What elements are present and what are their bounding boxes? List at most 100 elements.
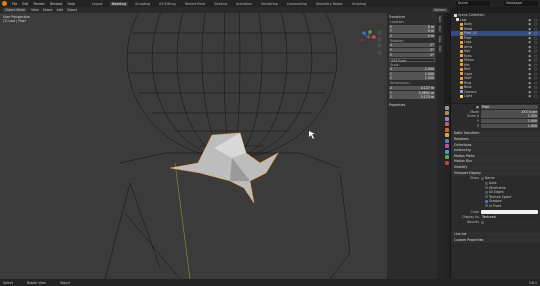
location-z-field[interactable]: Z 0 m <box>389 33 435 38</box>
tab-scripting[interactable]: Scripting <box>350 2 368 6</box>
outliner-item-label: Light <box>464 94 472 98</box>
scale-y-field[interactable]: Y 1.000 <box>389 71 435 76</box>
scene-selector[interactable]: Scene <box>456 1 490 6</box>
field-value: 0° <box>430 52 434 57</box>
blender-logo-icon[interactable] <box>2 1 7 6</box>
checkbox[interactable] <box>485 204 488 208</box>
panel-line-art[interactable]: Line Art <box>451 232 540 238</box>
checkbox[interactable] <box>485 190 488 194</box>
panel-visibility[interactable]: Visibility <box>451 165 540 171</box>
location-x-field[interactable]: X 0 m <box>389 24 435 29</box>
menu-window[interactable]: Window <box>50 2 63 6</box>
menu-add[interactable]: Add <box>57 8 63 12</box>
checkbox[interactable] <box>481 176 484 180</box>
dimensions-z-field[interactable]: Z 0.173 m <box>389 95 435 100</box>
tab-geometry-nodes[interactable]: Geometry Nodes <box>314 2 345 6</box>
rotation-mode-field[interactable]: XYZ Euler <box>481 109 538 114</box>
menu-select[interactable]: Select <box>43 8 53 12</box>
grid-toggle-icon[interactable] <box>377 49 382 55</box>
tab-compositing[interactable]: Compositing <box>285 2 309 6</box>
display-checkbox-row[interactable]: In Front <box>485 204 540 209</box>
transform-title[interactable]: Transform <box>389 15 437 19</box>
rotation-y-field[interactable]: Y 0° <box>389 47 435 52</box>
axis-label: Z <box>390 52 393 57</box>
menu-file[interactable]: File <box>12 2 17 6</box>
rotation-z-field[interactable]: Z 0° <box>389 52 435 57</box>
tab-rendering[interactable]: Rendering <box>259 2 279 6</box>
tab-animation[interactable]: Animation <box>234 2 254 6</box>
output-tab-icon[interactable] <box>445 116 449 121</box>
material-tab-icon[interactable] <box>445 160 449 165</box>
tab-view[interactable]: View <box>438 34 442 44</box>
modifier-tab-icon[interactable] <box>445 138 449 143</box>
tab-layout[interactable]: Layout <box>90 2 105 6</box>
menu-view[interactable]: View <box>31 8 39 12</box>
menu-help[interactable]: Help <box>67 2 74 6</box>
3d-viewport[interactable] <box>0 13 387 279</box>
data-tab-icon[interactable] <box>445 155 449 159</box>
scale-x-input[interactable]: 1.000 <box>481 114 538 119</box>
scale-y-input[interactable]: 1.000 <box>481 119 538 124</box>
rotation-mode-dropdown[interactable]: XYZ Euler <box>389 57 435 63</box>
options-dropdown[interactable]: Options <box>431 8 448 12</box>
properties-panel-header[interactable]: Properties <box>389 103 437 107</box>
checkbox[interactable] <box>485 181 488 185</box>
view-layer-selector[interactable]: ViewLayer <box>504 1 538 6</box>
outliner-item[interactable]: Light ◉ ▢ <box>451 94 540 99</box>
scale-row: Z 1.000 <box>453 124 538 129</box>
scale-z-input[interactable]: 1.000 <box>481 124 538 129</box>
sidebar-n-panel: Transform Location: X 0 m Y 0 m Z 0 m Rotat… <box>387 13 437 279</box>
physics-tab-icon[interactable] <box>445 149 449 154</box>
menu-edit[interactable]: Edit <box>22 2 28 6</box>
pan-hand-icon[interactable] <box>377 36 382 42</box>
menu-object[interactable]: Object <box>67 8 77 12</box>
bounds-checkbox[interactable] <box>481 220 484 224</box>
panel-collections[interactable]: Collections <box>451 142 540 148</box>
tab-shading[interactable]: Shading <box>212 2 229 6</box>
panel-motion-paths[interactable]: Motion Paths <box>451 153 540 159</box>
object-name-field[interactable]: Pixel <box>481 104 538 109</box>
panel-relations[interactable]: Relations <box>451 137 540 143</box>
rotation-x-field[interactable]: X 0° <box>389 43 435 48</box>
panel-motion-blur[interactable]: Motion Blur <box>451 159 540 165</box>
tab-edit[interactable]: Edit <box>438 45 442 53</box>
status-rotate-view: Rotate View <box>26 280 46 285</box>
particles-tab-icon[interactable] <box>445 144 449 148</box>
dimensions-y-field[interactable]: Y 0.0651 m <box>389 90 435 95</box>
show-label: Show <box>470 176 479 181</box>
tab-tool[interactable]: Tool <box>438 25 442 33</box>
display-as-dropdown[interactable]: Textured <box>481 215 538 220</box>
tab-texture-paint[interactable]: Texture Paint <box>183 2 208 6</box>
visibility-toggle-icon[interactable]: ◉ ▢ <box>528 94 538 99</box>
checkbox[interactable] <box>485 195 488 199</box>
scale-x-field[interactable]: X 1.000 <box>389 67 435 72</box>
menu-render[interactable]: Render <box>34 2 45 6</box>
render-tab-icon[interactable] <box>445 111 449 115</box>
scene-tab-icon[interactable] <box>445 127 449 132</box>
panel-viewport-display[interactable]: Viewport Display <box>451 170 540 176</box>
checkbox[interactable] <box>485 199 488 203</box>
view-layer-tab-icon[interactable] <box>445 122 449 126</box>
panel-instancing[interactable]: Instancing <box>451 148 540 154</box>
tool-tab-icon[interactable] <box>445 105 449 110</box>
row-label: Z <box>476 124 479 129</box>
tab-uv-editing[interactable]: UV Editing <box>157 2 178 6</box>
color-swatch[interactable] <box>481 210 538 215</box>
object-tab-icon[interactable] <box>445 133 449 137</box>
properties-editor: ▣ Pixel Mode XYZ Euler Scale X 1.000 Y 1.000… <box>450 104 540 279</box>
field-value: 0° <box>430 47 434 52</box>
name-checkbox-row[interactable]: Name <box>481 176 494 180</box>
checkbox[interactable] <box>485 186 488 190</box>
tab-modeling[interactable]: Modeling <box>109 1 129 6</box>
panel-custom-properties[interactable]: Custom Properties <box>451 237 540 243</box>
panel-delta-transform[interactable]: Delta Transform <box>451 131 540 137</box>
camera-view-icon[interactable] <box>377 43 382 48</box>
scale-z-field[interactable]: Z 1.000 <box>389 76 435 81</box>
dimensions-x-field[interactable]: X 0.127 m <box>389 85 435 90</box>
tab-sculpting[interactable]: Sculpting <box>133 2 152 6</box>
tab-item[interactable]: Item <box>438 15 442 24</box>
mode-dropdown[interactable]: Object Mode <box>3 8 28 12</box>
location-y-field[interactable]: Y 0 m <box>389 29 435 34</box>
navigation-gizmo[interactable] <box>360 30 376 46</box>
zoom-icon[interactable] <box>377 30 382 35</box>
